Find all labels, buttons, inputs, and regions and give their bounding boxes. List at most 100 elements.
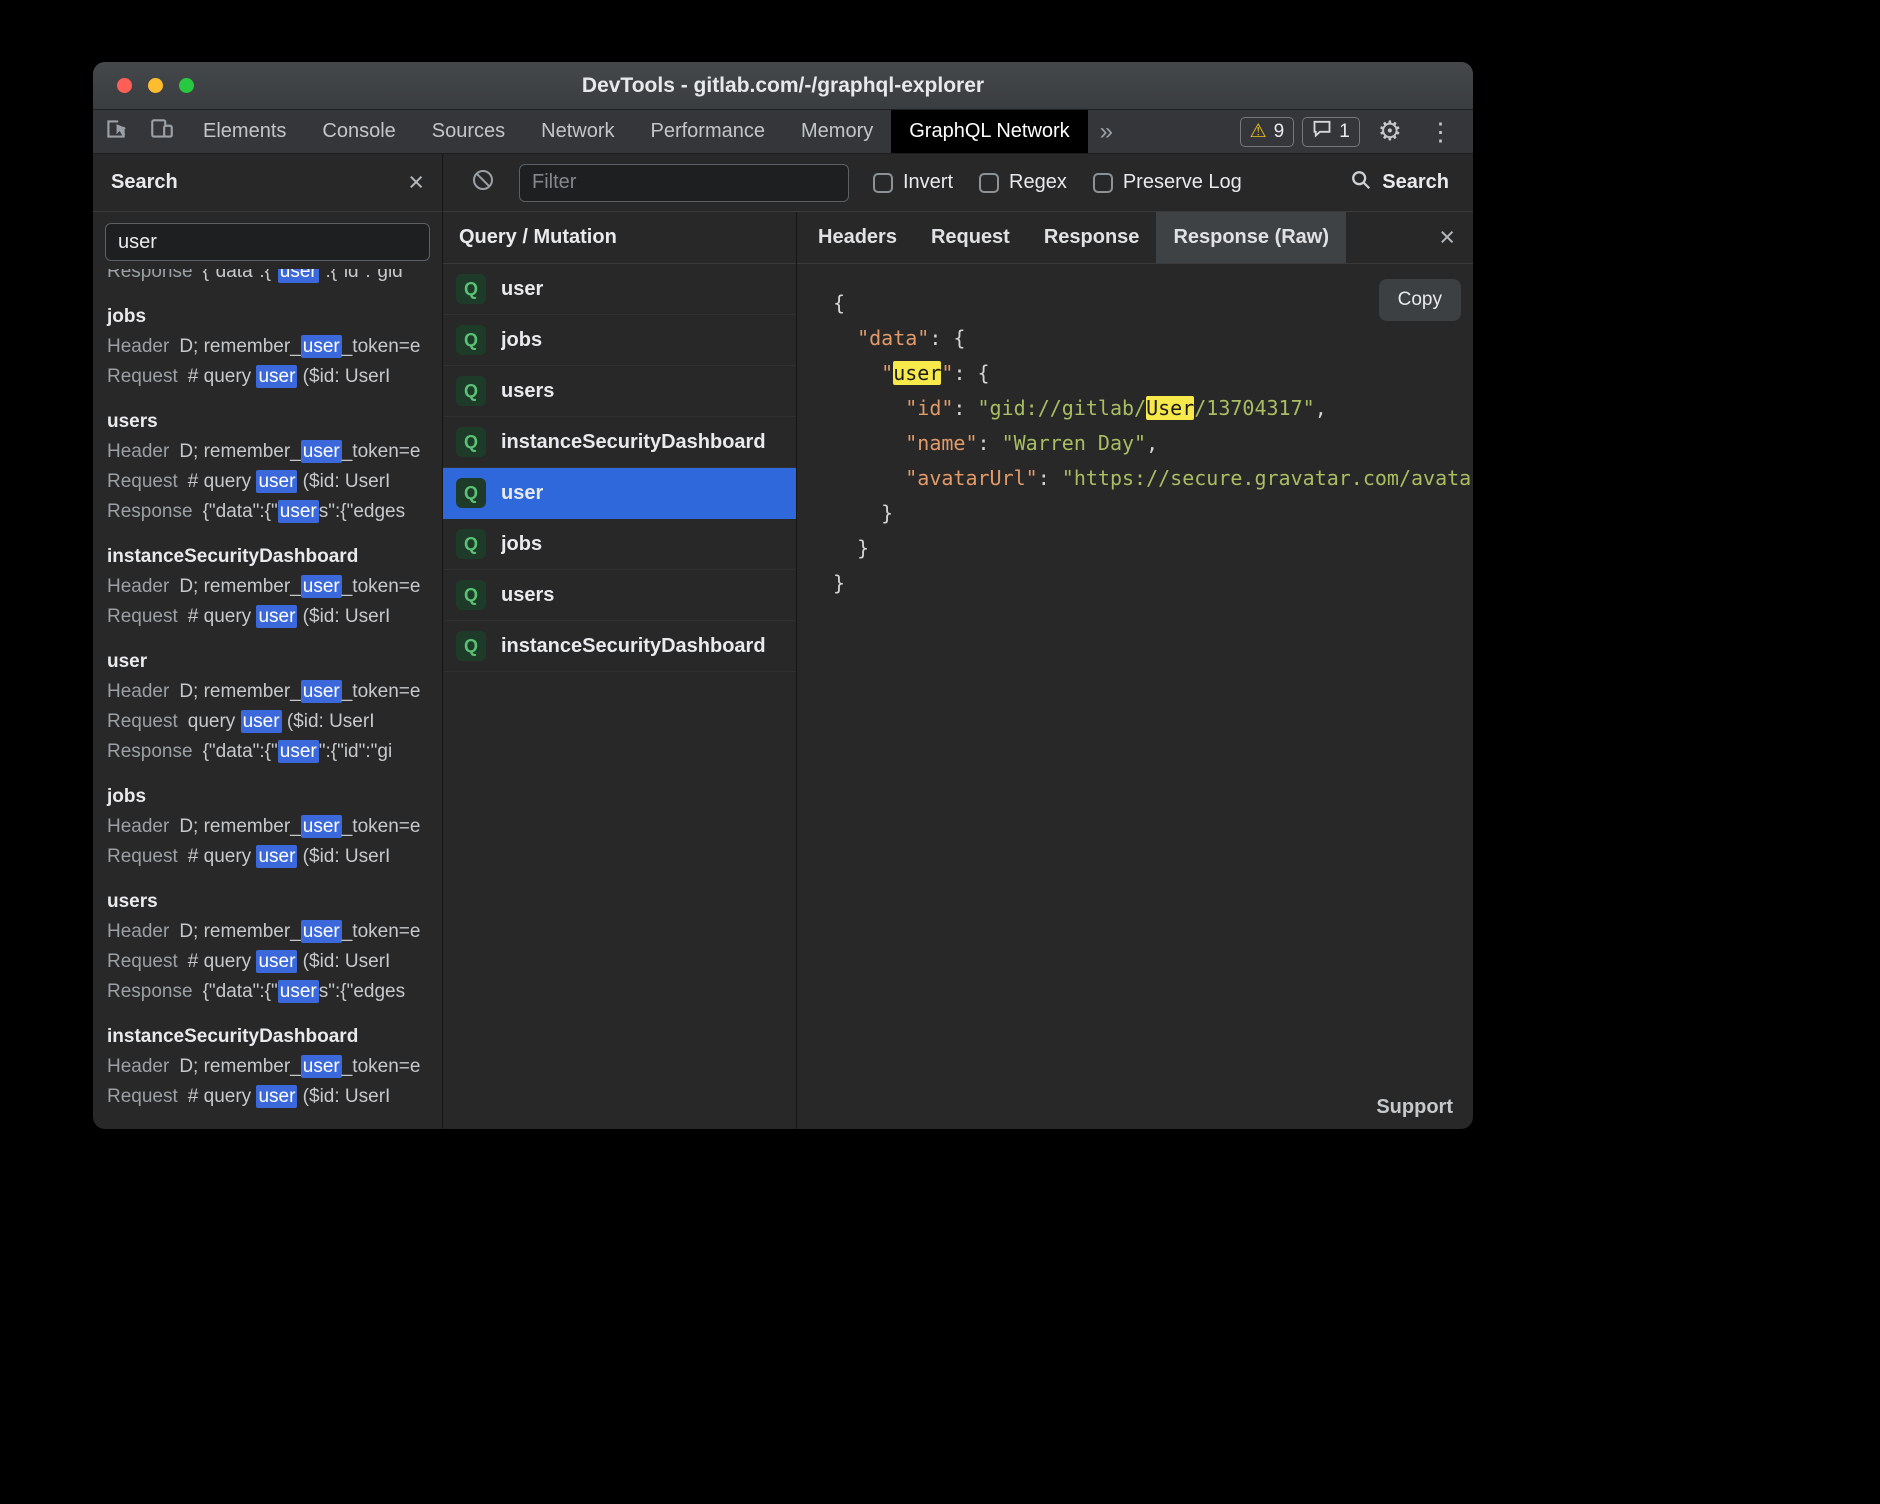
query-list-item[interactable]: Quser bbox=[443, 468, 796, 519]
query-list-item[interactable]: Qjobs bbox=[443, 519, 796, 570]
result-line-content: # query user ($id: UserI bbox=[188, 1085, 391, 1108]
warnings-badge[interactable]: ⚠ 9 bbox=[1240, 117, 1295, 147]
search-result-line[interactable]: Response{"data":{"users":{"edges bbox=[107, 497, 428, 527]
search-result-title[interactable]: instanceSecurityDashboard bbox=[107, 542, 428, 572]
result-line-content: D; remember_user_token=e bbox=[179, 1055, 420, 1078]
query-list-item[interactable]: Qusers bbox=[443, 570, 796, 621]
search-result-line[interactable]: Request# query user ($id: UserI bbox=[107, 362, 428, 392]
search-result-line[interactable]: HeaderD; remember_user_token=e bbox=[107, 917, 428, 947]
detail-tab-response[interactable]: Response bbox=[1027, 212, 1157, 263]
checkbox-preserve-log[interactable] bbox=[1093, 173, 1113, 193]
inspect-element-button[interactable] bbox=[93, 110, 139, 153]
search-result-line[interactable]: Response{"data":{"user":{"id":"gid bbox=[107, 269, 428, 287]
search-input[interactable] bbox=[105, 223, 430, 261]
message-count: 1 bbox=[1339, 121, 1350, 143]
result-line-content: query user ($id: UserI bbox=[188, 710, 375, 733]
search-result-line[interactable]: HeaderD; remember_user_token=e bbox=[107, 332, 428, 362]
search-result-line[interactable]: HeaderD; remember_user_token=e bbox=[107, 1052, 428, 1082]
copy-button[interactable]: Copy bbox=[1379, 279, 1461, 321]
search-result-line[interactable]: Response{"data":{"user":{"id":"gi bbox=[107, 737, 428, 767]
tab-performance[interactable]: Performance bbox=[633, 110, 784, 153]
text-segment: query bbox=[188, 711, 241, 732]
result-line-content: D; remember_user_token=e bbox=[179, 440, 420, 463]
tab-memory[interactable]: Memory bbox=[783, 110, 891, 153]
tab-network[interactable]: Network bbox=[523, 110, 632, 153]
query-list-item[interactable]: Quser bbox=[443, 264, 796, 315]
text-segment: : { bbox=[953, 361, 989, 385]
text-segment: } bbox=[833, 571, 845, 595]
result-line-content: D; remember_user_token=e bbox=[179, 815, 420, 838]
filter-option-preserve-log[interactable]: Preserve Log bbox=[1093, 171, 1242, 194]
checkbox-label: Invert bbox=[903, 171, 953, 194]
titlebar[interactable]: DevTools - gitlab.com/-/graphql-explorer bbox=[93, 62, 1473, 110]
search-result-line[interactable]: Response{"data":{"users":{"edges bbox=[107, 977, 428, 1007]
tab-graphql-network[interactable]: GraphQL Network bbox=[891, 110, 1087, 153]
settings-gear-icon[interactable]: ⚙ bbox=[1368, 116, 1412, 147]
text-segment: : bbox=[978, 431, 1002, 455]
checkbox-invert[interactable] bbox=[873, 173, 893, 193]
query-list-item[interactable]: QinstanceSecurityDashboard bbox=[443, 417, 796, 468]
text-segment: D; remember_ bbox=[179, 441, 300, 462]
close-window-button[interactable] bbox=[117, 78, 132, 93]
search-result-line[interactable]: Request# query user ($id: UserI bbox=[107, 602, 428, 632]
detail-panel: HeadersRequestResponseResponse (Raw) × C… bbox=[797, 212, 1473, 1129]
support-link[interactable]: Support bbox=[1376, 1096, 1453, 1119]
zoom-window-button[interactable] bbox=[179, 78, 194, 93]
text-segment: ":{"id":"gi bbox=[319, 741, 392, 762]
search-result-line[interactable]: Request # query user ($id: UserI bbox=[107, 1082, 428, 1112]
search-result-line[interactable]: Header D; remember_user_token=e bbox=[107, 812, 428, 842]
result-line-label: Header bbox=[107, 816, 169, 837]
result-line-label: Request bbox=[107, 1086, 178, 1107]
text-segment: " bbox=[881, 361, 893, 385]
tab-sources[interactable]: Sources bbox=[414, 110, 523, 153]
minimize-window-button[interactable] bbox=[148, 78, 163, 93]
filter-input[interactable] bbox=[519, 164, 849, 202]
clear-log-button[interactable] bbox=[461, 168, 505, 197]
search-result-title[interactable]: jobs bbox=[107, 302, 428, 332]
search-result-line[interactable]: HeaderD; remember_user_token=e bbox=[107, 677, 428, 707]
close-search-panel-button[interactable]: × bbox=[408, 169, 424, 196]
messages-badge[interactable]: 1 bbox=[1302, 117, 1360, 147]
filter-option-regex[interactable]: Regex bbox=[979, 171, 1067, 194]
toolbar-search-button[interactable]: Search bbox=[1350, 169, 1455, 197]
search-result-line[interactable]: Request# query user ($id: UserI bbox=[107, 842, 428, 872]
menu-dots-icon[interactable]: ⋮ bbox=[1420, 117, 1461, 147]
text-segment: _token=e bbox=[342, 441, 421, 462]
tab-console[interactable]: Console bbox=[304, 110, 413, 153]
clipped-result-line: Response{"data":{"user":{"id":"gid bbox=[107, 269, 428, 287]
search-result-title[interactable]: users bbox=[107, 407, 428, 437]
detail-tab-response-raw[interactable]: Response (Raw) bbox=[1156, 212, 1346, 263]
search-result-line[interactable]: HeaderD; remember_user_token=e bbox=[107, 437, 428, 467]
search-result-line[interactable]: HeaderD; remember_user_token=e bbox=[107, 572, 428, 602]
highlighted-match: user bbox=[241, 710, 282, 733]
search-result-title[interactable]: users bbox=[107, 887, 428, 917]
search-panel: Search × Response{"data":{"user":{"id":"… bbox=[93, 154, 443, 1129]
search-result-title[interactable]: user bbox=[107, 647, 428, 677]
traffic-lights bbox=[93, 78, 194, 93]
highlighted-match: user bbox=[278, 500, 319, 523]
json-line: } bbox=[833, 566, 1473, 601]
close-detail-button[interactable]: × bbox=[1421, 212, 1473, 263]
query-list-item[interactable]: Qjobs bbox=[443, 315, 796, 366]
search-result-line[interactable]: Request# query user ($id: UserI bbox=[107, 467, 428, 497]
detail-tab-headers[interactable]: Headers bbox=[801, 212, 914, 263]
inspect-cursor-icon bbox=[103, 116, 129, 147]
text-segment bbox=[833, 361, 881, 385]
checkbox-regex[interactable] bbox=[979, 173, 999, 193]
search-result-title[interactable]: jobs bbox=[107, 782, 428, 812]
detail-tab-request[interactable]: Request bbox=[914, 212, 1027, 263]
json-line: "data": { bbox=[833, 321, 1473, 356]
more-tabs-button[interactable]: » bbox=[1088, 110, 1125, 153]
result-line-label: Response bbox=[107, 741, 193, 762]
device-toolbar-button[interactable] bbox=[139, 110, 185, 153]
result-line-content: # query user ($id: UserI bbox=[188, 845, 391, 868]
tab-elements[interactable]: Elements bbox=[185, 110, 304, 153]
search-result-title[interactable]: instanceSecurityDashboard bbox=[107, 1022, 428, 1052]
search-result-line[interactable]: Requestquery user ($id: UserI bbox=[107, 707, 428, 737]
filter-option-invert[interactable]: Invert bbox=[873, 171, 953, 194]
query-type-badge: Q bbox=[456, 631, 486, 661]
query-list-item[interactable]: Qusers bbox=[443, 366, 796, 417]
query-list-item[interactable]: QinstanceSecurityDashboard bbox=[443, 621, 796, 672]
text-segment: , bbox=[1146, 431, 1158, 455]
search-result-line[interactable]: Request# query user ($id: UserI bbox=[107, 947, 428, 977]
